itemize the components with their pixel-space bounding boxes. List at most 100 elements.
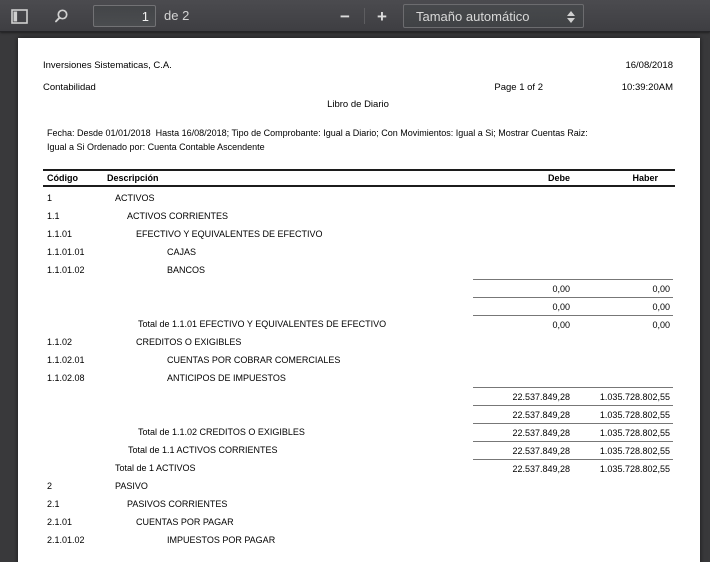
haber-cell: 0,00 xyxy=(652,302,670,312)
code-cell: 1.1.01.01 xyxy=(47,247,85,257)
filters-line2: Igual a Si Ordenado por: Cuenta Contable… xyxy=(47,142,265,152)
filters-line1: Fecha: Desde 01/01/2018 Hasta 16/08/2018… xyxy=(47,128,588,138)
table-row: Total de 1.1.01 EFECTIVO Y EQUIVALENTES … xyxy=(43,315,675,333)
table-row: Total de 1.1 ACTIVOS CORRIENTES 22.537.84… xyxy=(43,441,675,459)
haber-cell: 1.035.728.802,55 xyxy=(599,428,670,438)
pdf-viewer-canvas[interactable]: Inversiones Sistematicas, C.A. 16/08/201… xyxy=(0,33,710,562)
description-cell xyxy=(115,279,473,297)
amounts-group: 22.537.849,28 1.035.728.802,55 xyxy=(473,459,673,477)
debe-cell: 0,00 xyxy=(552,320,570,330)
description-cell: CREDITOS O EXIGIBLES xyxy=(136,337,242,347)
code-cell: 1.1.02.01 xyxy=(47,355,85,365)
table-row: 2.1.01 CUENTAS POR PAGAR xyxy=(43,513,675,531)
table-row: 1.1.01 EFECTIVO Y EQUIVALENTES DE EFECTIV… xyxy=(43,225,675,243)
haber-cell xyxy=(573,513,673,531)
code-cell: 1.1.02 xyxy=(47,337,73,347)
report-time: 10:39:20AM xyxy=(621,82,673,93)
debe-cell xyxy=(473,207,573,225)
amounts-group xyxy=(473,369,673,387)
debe-cell: 22.537.849,28 xyxy=(512,464,570,474)
page-count-label: de 2 xyxy=(164,8,190,23)
amounts-group xyxy=(473,207,673,225)
haber-cell: 1.035.728.802,55 xyxy=(599,392,670,402)
debe-cell xyxy=(473,513,573,531)
description-cell: ACTIVOS xyxy=(115,193,155,203)
zoom-out-button[interactable]: − xyxy=(332,3,358,29)
debe-cell xyxy=(473,243,573,261)
description-cell: Total de 1 ACTIVOS xyxy=(115,463,196,473)
pdf-page: Inversiones Sistematicas, C.A. 16/08/201… xyxy=(18,38,700,562)
debe-cell xyxy=(473,261,573,279)
debe-cell: 22.537.849,28 xyxy=(512,410,570,420)
code-cell: 1.1.02.08 xyxy=(47,373,85,383)
up-down-arrows-icon xyxy=(567,10,576,24)
page-number-input[interactable] xyxy=(93,5,156,27)
debe-cell xyxy=(473,477,573,495)
page-indicator: Page 1 of 2 xyxy=(494,82,543,93)
code-cell xyxy=(43,459,115,477)
amounts-group: 22.537.849,28 1.035.728.802,55 xyxy=(473,441,673,459)
zoom-in-button[interactable]: + xyxy=(369,3,395,29)
table-row: 2.1 PASIVOS CORRIENTES xyxy=(43,495,675,513)
debe-cell xyxy=(473,369,573,387)
haber-cell xyxy=(573,261,673,279)
column-header-haber: Haber xyxy=(632,173,658,183)
amounts-group xyxy=(473,243,673,261)
code-cell xyxy=(43,279,115,297)
description-cell: CAJAS xyxy=(167,247,197,257)
table-row: Total de 1 ACTIVOS 22.537.849,28 1.035.728… xyxy=(43,459,675,477)
haber-cell xyxy=(573,369,673,387)
table-row: 2 PASIVO xyxy=(43,477,675,495)
table-row: 1.1.01.02 BANCOS xyxy=(43,261,675,279)
debe-cell xyxy=(473,495,573,513)
haber-cell xyxy=(573,477,673,495)
amounts-group xyxy=(473,225,673,243)
code-cell xyxy=(43,423,115,441)
haber-cell: 1.035.728.802,55 xyxy=(599,464,670,474)
table-row: 1.1.02.08 ANTICIPOS DE IMPUESTOS xyxy=(43,369,675,387)
code-cell xyxy=(43,315,115,333)
table-row: 0,00 0,00 xyxy=(43,279,675,297)
description-cell xyxy=(115,405,473,423)
description-cell: CUENTAS POR COBRAR COMERCIALES xyxy=(167,355,341,365)
code-cell xyxy=(43,297,115,315)
haber-cell: 1.035.728.802,55 xyxy=(599,446,670,456)
code-cell xyxy=(43,441,115,459)
description-cell: PASIVOS CORRIENTES xyxy=(127,499,228,509)
haber-cell xyxy=(573,189,673,207)
haber-cell xyxy=(573,333,673,351)
code-cell: 2.1 xyxy=(47,499,60,509)
haber-cell xyxy=(573,207,673,225)
amounts-group: 22.537.849,28 1.035.728.802,55 xyxy=(473,405,673,423)
find-button[interactable] xyxy=(48,3,74,29)
code-cell xyxy=(43,405,115,423)
debe-cell: 0,00 xyxy=(552,284,570,294)
table-row: 1.1 ACTIVOS CORRIENTES xyxy=(43,207,675,225)
table-row: 2.1.01.02 IMPUESTOS POR PAGAR xyxy=(43,531,675,549)
company-name: Inversiones Sistematicas, C.A. xyxy=(43,60,172,71)
table-header-row: Código Descripción Debe Haber xyxy=(43,169,675,187)
amounts-group xyxy=(473,261,673,279)
debe-cell xyxy=(473,531,573,549)
debe-cell xyxy=(473,189,573,207)
sidebar-toggle-button[interactable] xyxy=(6,3,32,29)
haber-cell: 1.035.728.802,55 xyxy=(599,410,670,420)
description-cell: Total de 1.1 ACTIVOS CORRIENTES xyxy=(128,445,278,455)
amounts-group xyxy=(473,531,673,549)
description-cell: Total de 1.1.02 CREDITOS O EXIGIBLES xyxy=(138,427,305,437)
amounts-group xyxy=(473,513,673,531)
description-cell xyxy=(115,297,473,315)
pdf-viewer-toolbar: de 2 − + Tamaño automático xyxy=(0,0,710,32)
minus-icon: − xyxy=(340,6,350,26)
amounts-group xyxy=(473,495,673,513)
description-cell: CUENTAS POR PAGAR xyxy=(136,517,234,527)
description-cell xyxy=(115,387,473,405)
amounts-group: 22.537.849,28 1.035.728.802,55 xyxy=(473,387,673,405)
haber-cell xyxy=(573,225,673,243)
zoom-select[interactable]: Tamaño automático xyxy=(403,4,584,28)
column-header-codigo: Código xyxy=(47,173,78,183)
table-row: 1 ACTIVOS xyxy=(43,189,675,207)
code-cell: 1.1.01.02 xyxy=(47,265,85,275)
debe-cell xyxy=(473,351,573,369)
amounts-group: 0,00 0,00 xyxy=(473,297,673,315)
